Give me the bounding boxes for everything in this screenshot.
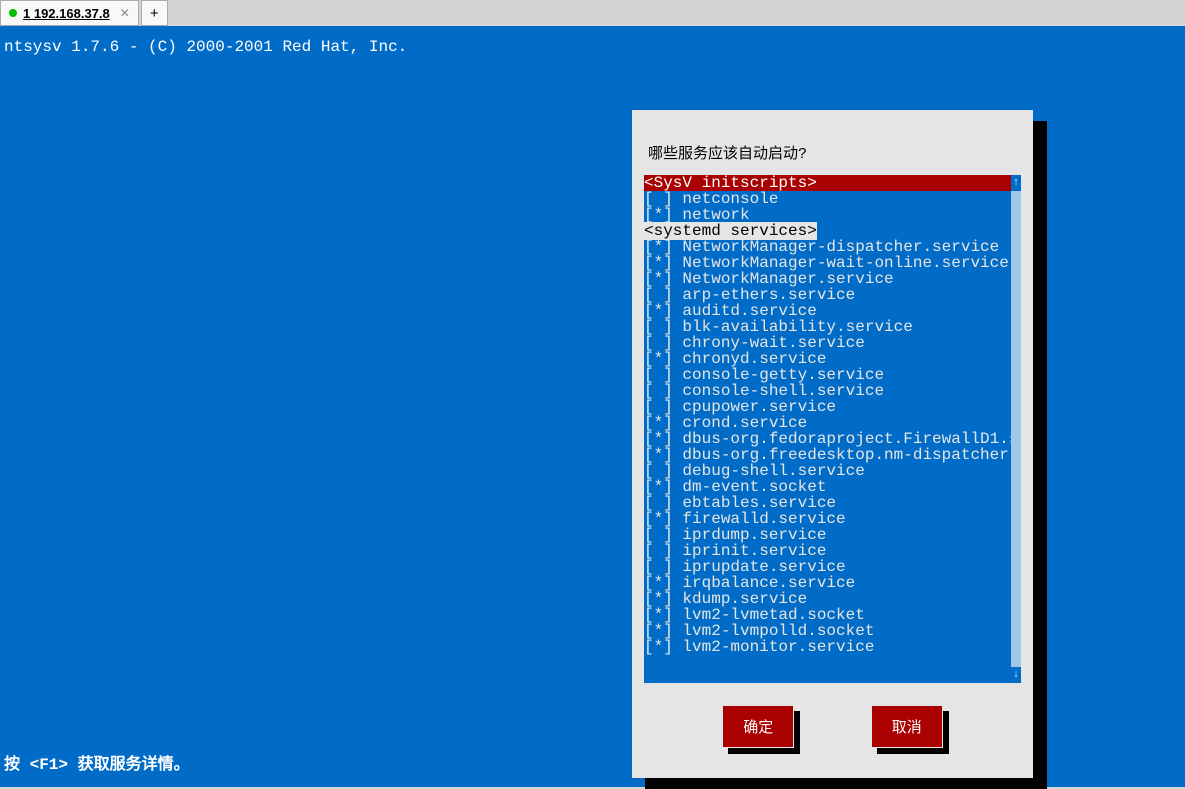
service-row[interactable]: [*] NetworkManager-wait-online.service <box>644 255 1021 271</box>
section-subheader[interactable]: <systemd services> <box>644 223 1021 239</box>
close-tab-icon[interactable]: ✕ <box>120 6 130 20</box>
service-name: lvm2-monitor.service <box>682 638 874 656</box>
dialog-title: 哪些服务应该自动启动? <box>644 124 1021 175</box>
service-row[interactable]: [*] NetworkManager-dispatcher.service <box>644 239 1021 255</box>
service-row[interactable]: [*] lvm2-lvmetad.socket <box>644 607 1021 623</box>
cancel-button[interactable]: 取消 <box>871 705 943 748</box>
service-row[interactable]: [*] NetworkManager.service <box>644 271 1021 287</box>
service-checkbox[interactable]: [*] <box>644 638 682 656</box>
tab-title: 1 192.168.37.8 <box>23 6 110 21</box>
service-row[interactable]: [*] auditd.service <box>644 303 1021 319</box>
plus-icon: + <box>150 5 159 22</box>
service-row[interactable]: [ ] blk-availability.service <box>644 319 1021 335</box>
services-listbox[interactable]: <SysV initscripts>[ ] netconsole[*] netw… <box>644 175 1021 683</box>
service-row[interactable]: [*] dbus-org.fedoraproject.FirewallD1.se… <box>644 431 1021 447</box>
service-row[interactable]: [ ] iprinit.service <box>644 543 1021 559</box>
tab-bar: 1 192.168.37.8 ✕ + <box>0 0 1185 26</box>
terminal-area: ntsysv 1.7.6 - (C) 2000-2001 Red Hat, In… <box>0 26 1185 787</box>
service-row[interactable]: [ ] ebtables.service <box>644 495 1021 511</box>
service-row[interactable]: [ ] chrony-wait.service <box>644 335 1021 351</box>
scroll-down-icon[interactable]: ↓ <box>1011 667 1021 683</box>
service-row[interactable]: [*] kdump.service <box>644 591 1021 607</box>
service-row[interactable]: [*] firewalld.service <box>644 511 1021 527</box>
dialog-button-row: 确定 取消 <box>644 683 1021 748</box>
scroll-up-icon[interactable]: ↑ <box>1011 175 1021 191</box>
service-row[interactable]: [*] dm-event.socket <box>644 479 1021 495</box>
service-row[interactable]: [*] lvm2-monitor.service <box>644 639 1021 655</box>
connection-status-icon <box>9 9 17 17</box>
service-row[interactable]: [ ] debug-shell.service <box>644 463 1021 479</box>
service-row[interactable]: [*] network <box>644 207 1021 223</box>
tab-active[interactable]: 1 192.168.37.8 ✕ <box>0 0 139 26</box>
hint-line: 按 <F1> 获取服务详情。 <box>4 750 190 774</box>
service-row[interactable]: [ ] iprupdate.service <box>644 559 1021 575</box>
new-tab-button[interactable]: + <box>141 0 168 26</box>
service-row[interactable]: [ ] cpupower.service <box>644 399 1021 415</box>
service-row[interactable]: [ ] iprdump.service <box>644 527 1021 543</box>
service-row[interactable]: [*] irqbalance.service <box>644 575 1021 591</box>
service-row[interactable]: [*] lvm2-lvmpolld.socket <box>644 623 1021 639</box>
section-header[interactable]: <SysV initscripts> <box>644 175 1021 191</box>
service-row[interactable]: [*] crond.service <box>644 415 1021 431</box>
app-header: ntsysv 1.7.6 - (C) 2000-2001 Red Hat, In… <box>4 38 407 56</box>
service-row[interactable]: [ ] arp-ethers.service <box>644 287 1021 303</box>
service-row[interactable]: [ ] console-shell.service <box>644 383 1021 399</box>
service-row[interactable]: [ ] netconsole <box>644 191 1021 207</box>
service-row[interactable]: [*] chronyd.service <box>644 351 1021 367</box>
services-dialog: 哪些服务应该自动启动? <SysV initscripts>[ ] netcon… <box>632 110 1033 778</box>
scrollbar[interactable]: ↑ ↓ <box>1011 175 1021 683</box>
ok-button[interactable]: 确定 <box>722 705 794 748</box>
service-row[interactable]: [ ] console-getty.service <box>644 367 1021 383</box>
service-row[interactable]: [*] dbus-org.freedesktop.nm-dispatcher.s… <box>644 447 1021 463</box>
